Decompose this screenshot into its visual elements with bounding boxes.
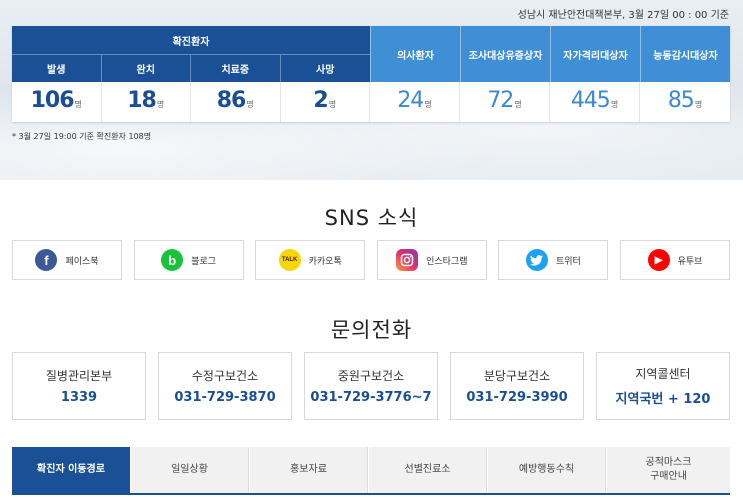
tab-promotion[interactable]: 홍보자료 bbox=[250, 447, 368, 493]
stat-header-treating: 치료중 bbox=[191, 54, 281, 82]
facebook-icon: f bbox=[35, 249, 58, 271]
stat-symptomatic: 72 명 bbox=[460, 82, 550, 122]
stats-footnote: * 3월 27일 19:00 기준 확진환자 108명 bbox=[12, 132, 152, 141]
blog-link[interactable]: b 블로그 bbox=[133, 240, 244, 280]
stat-recovered: 18 명 bbox=[102, 82, 191, 122]
tab-underline bbox=[12, 493, 730, 495]
contact-jungwon[interactable]: 중원구보건소 031-729-3776~7 bbox=[304, 352, 438, 420]
stat-header-symptomatic: 조사대상유증상자 bbox=[460, 26, 550, 82]
kakaotalk-icon: TALK bbox=[278, 249, 301, 271]
tab-public-mask[interactable]: 공적마스크 구매안내 bbox=[607, 447, 730, 493]
contact-list: 질병관리본부 1339 수정구보건소 031-729-3870 중원구보건소 0… bbox=[12, 352, 730, 420]
stats-table: 확진환자 발생 완치 치료중 사망 의사환자 조사대상유증상자 자가격리대상자 … bbox=[12, 26, 730, 122]
stat-treating: 86 명 bbox=[191, 82, 281, 122]
stat-header-self-quarantine: 자가격리대상자 bbox=[550, 26, 640, 82]
stat-header-deceased: 사망 bbox=[280, 54, 370, 82]
stat-header-occurred: 발생 bbox=[12, 54, 102, 82]
youtube-link[interactable]: ▶ 유투브 bbox=[620, 240, 730, 280]
updated-timestamp: 성남시 재난안전대책본부, 3월 27일 00 : 00 기준 bbox=[517, 10, 729, 21]
instagram-link[interactable]: 인스타그램 bbox=[376, 240, 487, 280]
tab-daily-status[interactable]: 일일상황 bbox=[131, 447, 249, 493]
stat-self-quarantine: 445 명 bbox=[550, 82, 640, 122]
stat-monitoring: 85 명 bbox=[667, 88, 703, 113]
blog-icon: b bbox=[161, 249, 184, 271]
facebook-link[interactable]: f 페이스북 bbox=[12, 240, 122, 280]
contact-section-title: 문의전화 bbox=[330, 318, 413, 342]
sns-section-title: SNS 소식 bbox=[324, 206, 419, 230]
stat-header-recovered: 완치 bbox=[101, 54, 191, 82]
tab-prevention-rules[interactable]: 예방행동수칙 bbox=[488, 447, 606, 493]
sns-links: f 페이스북 b 블로그 TALK 카카오톡 인스타그램 트위터 ▶ 유투브 bbox=[12, 240, 730, 282]
stat-occurred: 106 명 bbox=[12, 82, 102, 122]
tab-screening-clinic[interactable]: 선별진료소 bbox=[369, 447, 487, 493]
youtube-icon: ▶ bbox=[647, 249, 670, 271]
tab-movement-route[interactable]: 확진자 이동경로 bbox=[12, 447, 130, 493]
twitter-link[interactable]: 트위터 bbox=[498, 240, 609, 280]
twitter-icon bbox=[525, 249, 548, 271]
stat-deceased: 2명 bbox=[281, 82, 370, 122]
stat-header-monitoring: 능동감시대상자 bbox=[640, 26, 730, 82]
contact-callcenter[interactable]: 지역콜센터 지역국번 + 120 bbox=[596, 352, 730, 420]
info-tabs: 확진자 이동경로 일일상황 홍보자료 선별진료소 예방행동수칙 공적마스크 구매… bbox=[12, 447, 730, 493]
contact-bundang[interactable]: 분당구보건소 031-729-3990 bbox=[450, 352, 584, 420]
contact-kcdc[interactable]: 질병관리본부 1339 bbox=[12, 352, 146, 420]
stat-suspected: 24 명 bbox=[370, 82, 460, 122]
stat-header-suspected: 의사환자 bbox=[370, 26, 460, 82]
confirmed-group-header: 확진환자 bbox=[12, 26, 370, 54]
contact-sujeong[interactable]: 수정구보건소 031-729-3870 bbox=[158, 352, 292, 420]
kakaotalk-link[interactable]: TALK 카카오톡 bbox=[255, 240, 366, 280]
instagram-icon bbox=[396, 249, 419, 271]
